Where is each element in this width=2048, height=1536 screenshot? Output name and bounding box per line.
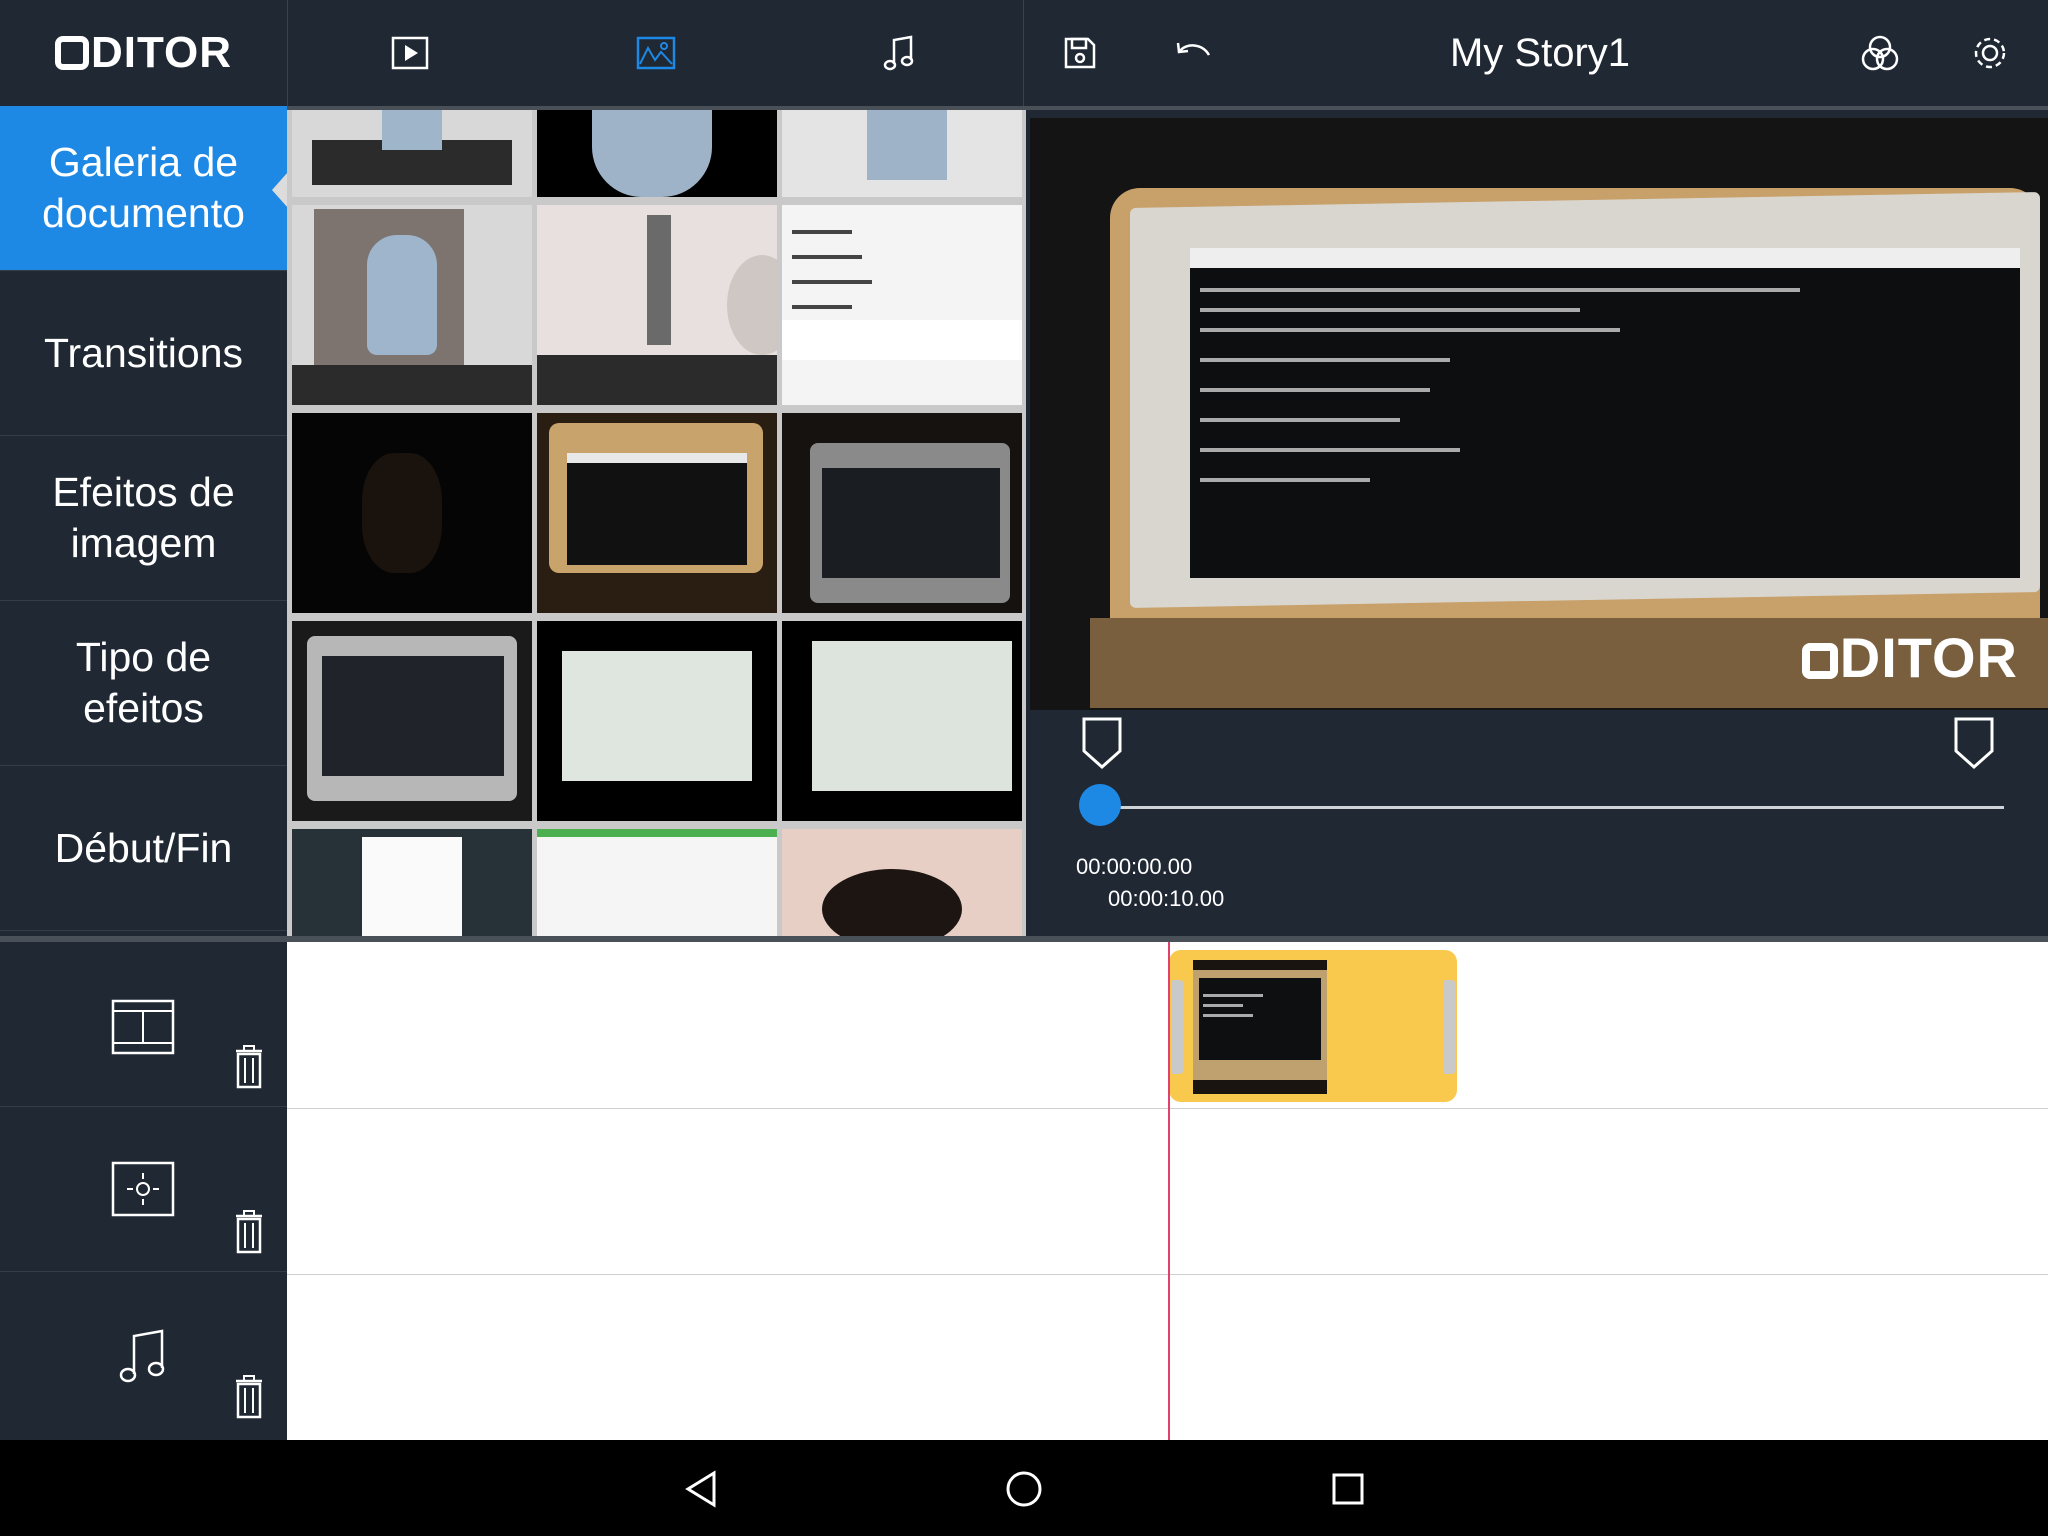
clip-thumbnail	[1193, 960, 1327, 1094]
gallery-thumb[interactable]	[292, 621, 532, 821]
gallery-thumb[interactable]	[292, 205, 532, 405]
gallery-thumb[interactable]	[537, 621, 777, 821]
sidebar: Galeria de documento Transitions Efeitos…	[0, 106, 288, 936]
image-tab-icon[interactable]	[626, 28, 686, 78]
divider	[287, 0, 288, 106]
sidebar-item-transitions[interactable]: Transitions	[0, 271, 287, 436]
sidebar-item-intro-outro[interactable]: Début/Fin	[0, 766, 287, 931]
video-tab-icon[interactable]	[380, 28, 440, 78]
sidebar-item-label: Galeria de documento	[42, 139, 245, 236]
logo-text: DITOR	[90, 28, 233, 77]
video-preview[interactable]: DITOR	[1030, 118, 2048, 710]
filters-icon[interactable]	[1850, 28, 1910, 78]
recents-nav-icon[interactable]	[1323, 1466, 1373, 1512]
gallery-thumb[interactable]	[782, 829, 1022, 936]
project-title[interactable]: My Story1	[1340, 0, 1740, 106]
preview-panel: DITOR 00:00:00.00 00:00:10.00	[1030, 110, 2048, 1027]
top-toolbar: DITOR My Story1	[0, 0, 2048, 110]
trim-start-marker[interactable]	[1082, 717, 1122, 774]
app-logo: DITOR	[0, 0, 287, 106]
trim-end-marker[interactable]	[1954, 717, 1994, 774]
playhead[interactable]	[1168, 942, 1170, 1440]
film-track-icon	[110, 997, 176, 1057]
gallery-thumb[interactable]	[537, 413, 777, 613]
media-gallery	[287, 110, 1026, 936]
total-time: 00:00:10.00	[1108, 886, 1225, 911]
progress-track[interactable]	[1082, 806, 2004, 809]
delete-track-icon[interactable]	[226, 1042, 272, 1092]
watermark: DITOR	[1801, 625, 2018, 690]
system-nav-bar	[0, 1440, 2048, 1536]
settings-icon[interactable]	[1960, 28, 2020, 78]
music-tab-icon[interactable]	[870, 28, 930, 78]
delete-track-icon[interactable]	[226, 1372, 272, 1422]
logo-q-icon	[1801, 643, 1838, 679]
gallery-thumb[interactable]	[782, 621, 1022, 821]
save-icon[interactable]	[1050, 28, 1110, 78]
back-nav-icon[interactable]	[676, 1466, 726, 1512]
gallery-thumb[interactable]	[782, 205, 1022, 405]
progress-handle[interactable]	[1079, 784, 1121, 826]
timeline[interactable]	[287, 942, 2048, 1440]
effect-track-icon	[110, 1159, 176, 1219]
gallery-thumb[interactable]	[292, 829, 532, 936]
music-track-icon	[110, 1327, 176, 1387]
logo-q-icon	[54, 36, 89, 70]
gallery-thumb[interactable]	[537, 110, 777, 197]
sidebar-item-effect-types[interactable]: Tipo de efeitos	[0, 601, 287, 766]
active-indicator	[272, 172, 288, 208]
gallery-thumb[interactable]	[292, 110, 532, 197]
timeline-clip[interactable]	[1169, 950, 1457, 1102]
gallery-thumb[interactable]	[782, 110, 1022, 197]
gallery-thumb[interactable]	[782, 413, 1022, 613]
gallery-thumb[interactable]	[537, 205, 777, 405]
track-headers	[0, 942, 287, 1440]
home-nav-icon[interactable]	[999, 1466, 1049, 1512]
music-track-header	[0, 1272, 287, 1437]
clip-left-handle[interactable]	[1171, 980, 1183, 1074]
video-track-header	[0, 942, 287, 1107]
clip-right-handle[interactable]	[1443, 980, 1455, 1074]
effect-track-header	[0, 1107, 287, 1272]
gallery-thumb[interactable]	[537, 829, 777, 936]
sidebar-item-label: Début/Fin	[54, 824, 233, 871]
undo-icon[interactable]	[1163, 28, 1223, 78]
gallery-thumb[interactable]	[292, 413, 532, 613]
sidebar-item-label: Efeitos de imagem	[52, 469, 235, 566]
sidebar-item-document-gallery[interactable]: Galeria de documento	[0, 106, 288, 271]
sidebar-item-label: Tipo de efeitos	[75, 634, 212, 731]
delete-track-icon[interactable]	[226, 1207, 272, 1257]
sidebar-item-label: Transitions	[44, 329, 243, 376]
sidebar-item-image-effects[interactable]: Efeitos de imagem	[0, 436, 287, 601]
current-time: 00:00:00.00	[1076, 854, 1193, 879]
divider	[1023, 0, 1024, 106]
